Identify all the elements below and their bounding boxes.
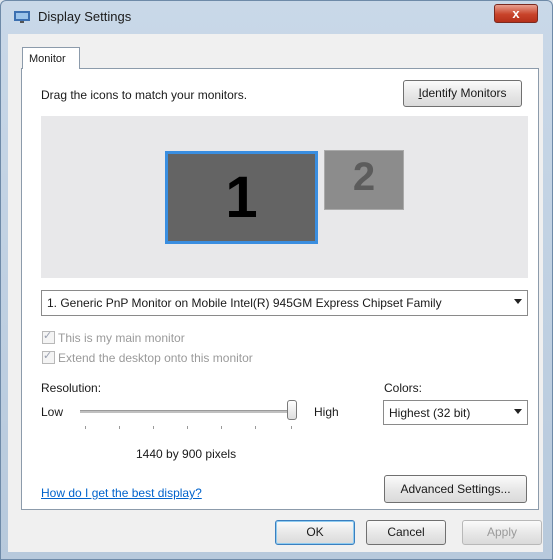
window-title: Display Settings [38, 9, 132, 24]
resolution-slider-thumb[interactable] [287, 400, 297, 420]
advanced-settings-button[interactable]: Advanced Settings... [384, 475, 527, 503]
main-monitor-label: This is my main monitor [58, 331, 185, 345]
best-display-help-link[interactable]: How do I get the best display? [41, 486, 202, 500]
colors-select-value: Highest (32 bit) [389, 406, 471, 420]
monitor-1-icon[interactable]: 1 [165, 151, 318, 244]
tab-monitor[interactable]: Monitor [22, 47, 80, 69]
resolution-slider-track[interactable] [80, 410, 296, 413]
monitor-select[interactable]: 1. Generic PnP Monitor on Mobile Intel(R… [41, 290, 528, 316]
monitor-2-icon[interactable]: 2 [324, 150, 404, 210]
close-button[interactable]: x [494, 4, 538, 23]
monitor-2-number: 2 [352, 155, 376, 199]
apply-button[interactable]: Apply [462, 520, 542, 545]
extend-desktop-label: Extend the desktop onto this monitor [58, 351, 253, 365]
checkbox-icon: ✓ [42, 350, 55, 364]
slider-tick [153, 426, 154, 429]
check-mark-icon: ✓ [43, 330, 53, 342]
cancel-button[interactable]: Cancel [366, 520, 446, 545]
extend-desktop-checkbox[interactable]: ✓ Extend the desktop onto this monitor [42, 350, 253, 365]
slider-tick [119, 426, 120, 429]
display-settings-icon [14, 11, 30, 23]
slider-tick [221, 426, 222, 429]
slider-tick [85, 426, 86, 429]
ok-button[interactable]: OK [275, 520, 355, 545]
monitor-1-number: 1 [225, 165, 258, 230]
checkbox-icon: ✓ [42, 330, 55, 344]
resolution-low-label: Low [41, 405, 64, 419]
colors-label: Colors: [384, 381, 423, 395]
main-monitor-checkbox[interactable]: ✓ This is my main monitor [42, 330, 185, 345]
slider-tick [255, 426, 256, 429]
colors-select[interactable]: Highest (32 bit) [383, 400, 528, 425]
title-bar[interactable]: Display Settings x [0, 0, 551, 34]
check-mark-icon: ✓ [43, 350, 53, 362]
resolution-label: Resolution: [41, 381, 102, 395]
slider-tick [187, 426, 188, 429]
resolution-value: 1440 by 900 pixels [136, 447, 237, 461]
drag-instructions: Drag the icons to match your monitors. [41, 88, 248, 102]
resolution-high-label: High [314, 405, 339, 419]
slider-tick [291, 426, 292, 429]
monitor-select-value: 1. Generic PnP Monitor on Mobile Intel(R… [47, 296, 442, 310]
chevron-down-icon [514, 299, 522, 304]
identify-monitors-button[interactable]: Identify Monitors [403, 80, 522, 107]
chevron-down-icon [514, 409, 522, 414]
